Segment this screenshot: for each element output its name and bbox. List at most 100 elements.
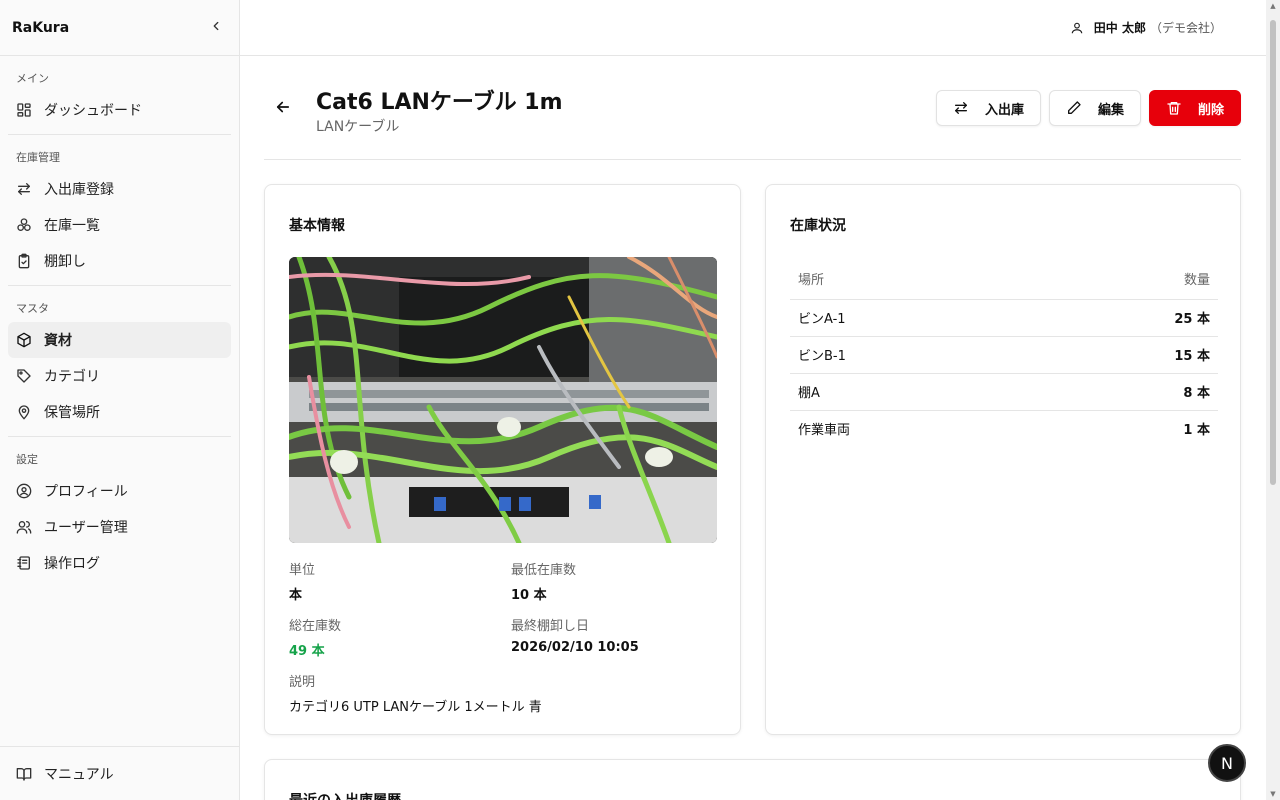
- page-scrollbar[interactable]: ▲ ▼: [1266, 0, 1280, 800]
- stock-status-card: 在庫状況 場所 数量 ビンA-1 25 本 ビンB-1 15 本 棚A 8 本 …: [765, 184, 1241, 735]
- main-content: Cat6 LANケーブル 1m LANケーブル 入出庫 編集 削除 基本情報 単…: [264, 56, 1241, 800]
- sidebar-item-label: 操作ログ: [44, 556, 100, 572]
- sidebar-item-label: 棚卸し: [44, 254, 86, 270]
- product-photo: [289, 257, 717, 543]
- user-icon: [1071, 22, 1083, 33]
- last-stocktake-field: 最終棚卸し日 2026/02/10 10:05: [511, 615, 639, 655]
- sidebar-item-locations[interactable]: 保管場所: [8, 394, 231, 430]
- quantity-cell: 1 本: [1183, 423, 1210, 439]
- description-label: 説明: [289, 675, 316, 690]
- basic-info-card: 基本情報 単位 本 最低在庫数 10 本 総在庫数 49 本 最終棚卸し日 20…: [264, 184, 741, 735]
- table-row: ビンB-1 15 本: [790, 336, 1218, 374]
- location-cell: ビンA-1: [790, 299, 1034, 337]
- unit-field: 単位 本: [289, 559, 315, 603]
- book-icon: [16, 766, 32, 782]
- brand-name: RaKura: [12, 19, 70, 36]
- clipboard-check-icon: [16, 253, 32, 269]
- transfer-icon: [954, 102, 967, 114]
- page-actions: 入出庫 編集 削除: [935, 90, 1241, 126]
- sidebar-item-label: 在庫一覧: [44, 218, 100, 234]
- sidebar: RaKura メイン ダッシュボード 在庫管理 入出庫登録 在庫一覧 棚卸し マ…: [0, 0, 240, 800]
- sidebar-item-materials[interactable]: 資材: [8, 322, 231, 358]
- sidebar-item-label: カテゴリ: [44, 369, 100, 385]
- sidebar-item-label: プロフィール: [44, 484, 128, 500]
- map-pin-icon: [16, 404, 32, 420]
- page-header: Cat6 LANケーブル 1m LANケーブル 入出庫 編集 削除: [264, 56, 1241, 160]
- edit-button-label: 編集: [1097, 102, 1124, 118]
- location-cell: ビンB-1: [790, 336, 1034, 374]
- recent-history-title: 最近の入出庫履歴: [289, 790, 401, 800]
- user-name: 田中 太郎: [1093, 21, 1146, 35]
- min-stock-field: 最低在庫数 10 本: [511, 559, 576, 603]
- transfer-icon: [16, 181, 32, 197]
- quantity-cell: 8 本: [1033, 373, 1218, 411]
- last-stocktake-value: 2026/02/10 10:05: [511, 640, 639, 655]
- back-arrow-icon[interactable]: [274, 98, 292, 116]
- package-icon: [16, 332, 32, 348]
- stock-status-title: 在庫状況: [790, 218, 846, 234]
- sidebar-header: RaKura: [0, 0, 239, 56]
- sidebar-item-label: 入出庫登録: [44, 182, 114, 198]
- total-stock-field: 総在庫数 49 本: [289, 615, 341, 659]
- column-header-location: 場所: [790, 259, 1034, 300]
- sidebar-item-label: 保管場所: [44, 405, 100, 421]
- user-company: （デモ会社）: [1149, 21, 1222, 35]
- tag-icon: [16, 368, 32, 384]
- unit-label: 単位: [289, 563, 316, 578]
- dashboard-icon: [16, 102, 32, 118]
- stock-table: 場所 数量 ビンA-1 25 本 ビンB-1 15 本 棚A 8 本 作業車両 …: [790, 259, 1218, 447]
- scroll-down-arrow-icon[interactable]: ▼: [1269, 790, 1277, 798]
- trash-icon: [1167, 102, 1181, 115]
- delete-button-label: 削除: [1197, 102, 1224, 118]
- sidebar-footer: マニュアル: [0, 746, 239, 800]
- inout-button-label: 入出庫: [984, 102, 1024, 118]
- sidebar-item-operation-log[interactable]: 操作ログ: [8, 545, 231, 581]
- sidebar-item-profile[interactable]: プロフィール: [8, 473, 231, 509]
- collapse-sidebar-icon[interactable]: [209, 18, 223, 37]
- description-value: カテゴリ6 UTP LANケーブル 1メートル 青: [289, 700, 542, 715]
- sidebar-group-label: メイン: [16, 72, 49, 85]
- users-icon: [16, 519, 32, 535]
- table-row: 作業車両 1 本: [790, 410, 1218, 447]
- sidebar-item-label: マニュアル: [44, 767, 114, 783]
- inout-button[interactable]: 入出庫: [935, 90, 1041, 126]
- pencil-icon: [1067, 101, 1081, 114]
- user-circle-icon: [16, 483, 32, 499]
- sidebar-item-stocktake[interactable]: 棚卸し: [8, 243, 231, 279]
- delete-button[interactable]: 削除: [1148, 90, 1241, 126]
- sidebar-group-label: マスタ: [16, 302, 49, 315]
- sidebar-group-label: 在庫管理: [16, 151, 60, 164]
- sidebar-item-label: ユーザー管理: [44, 520, 128, 536]
- min-stock-label: 最低在庫数: [511, 563, 577, 578]
- log-icon: [16, 555, 32, 571]
- sidebar-group-inventory: 在庫管理 入出庫登録 在庫一覧 棚卸し: [8, 134, 231, 285]
- basic-info-title: 基本情報: [289, 218, 345, 234]
- last-stocktake-label: 最終棚卸し日: [511, 619, 590, 634]
- sidebar-item-stock-list[interactable]: 在庫一覧: [8, 207, 231, 243]
- table-row: ビンA-1 25 本: [790, 299, 1218, 337]
- edit-button[interactable]: 編集: [1048, 90, 1141, 126]
- sidebar-group-settings: 設定 プロフィール ユーザー管理 操作ログ: [8, 436, 231, 587]
- location-cell: 作業車両: [798, 423, 851, 439]
- top-bar: 田中 太郎 （デモ会社）: [240, 0, 1266, 56]
- scrollbar-thumb[interactable]: [1270, 20, 1276, 485]
- description-field: 説明 カテゴリ6 UTP LANケーブル 1メートル 青: [289, 671, 542, 715]
- sidebar-group-master: マスタ 資材 カテゴリ 保管場所: [8, 285, 231, 436]
- page-subtitle: LANケーブル: [316, 119, 400, 135]
- sidebar-item-categories[interactable]: カテゴリ: [8, 358, 231, 394]
- quantity-cell: 25 本: [1033, 299, 1218, 337]
- quantity-cell: 15 本: [1033, 336, 1218, 374]
- sidebar-item-inout-register[interactable]: 入出庫登録: [8, 171, 231, 207]
- scroll-up-arrow-icon[interactable]: ▲: [1269, 2, 1277, 10]
- sidebar-item-manual[interactable]: マニュアル: [8, 756, 231, 792]
- user-menu[interactable]: 田中 太郎 （デモ会社）: [1070, 19, 1222, 36]
- next-devtools-button[interactable]: N: [1208, 744, 1246, 782]
- recent-history-card: 最近の入出庫履歴: [264, 759, 1241, 800]
- sidebar-item-dashboard[interactable]: ダッシュボード: [8, 92, 231, 128]
- boxes-icon: [16, 217, 32, 233]
- table-row: 棚A 8 本: [790, 373, 1218, 411]
- min-stock-value: 10 本: [511, 588, 547, 603]
- sidebar-group-label: 設定: [16, 453, 38, 466]
- location-cell: 棚A: [790, 373, 1034, 411]
- sidebar-item-user-management[interactable]: ユーザー管理: [8, 509, 231, 545]
